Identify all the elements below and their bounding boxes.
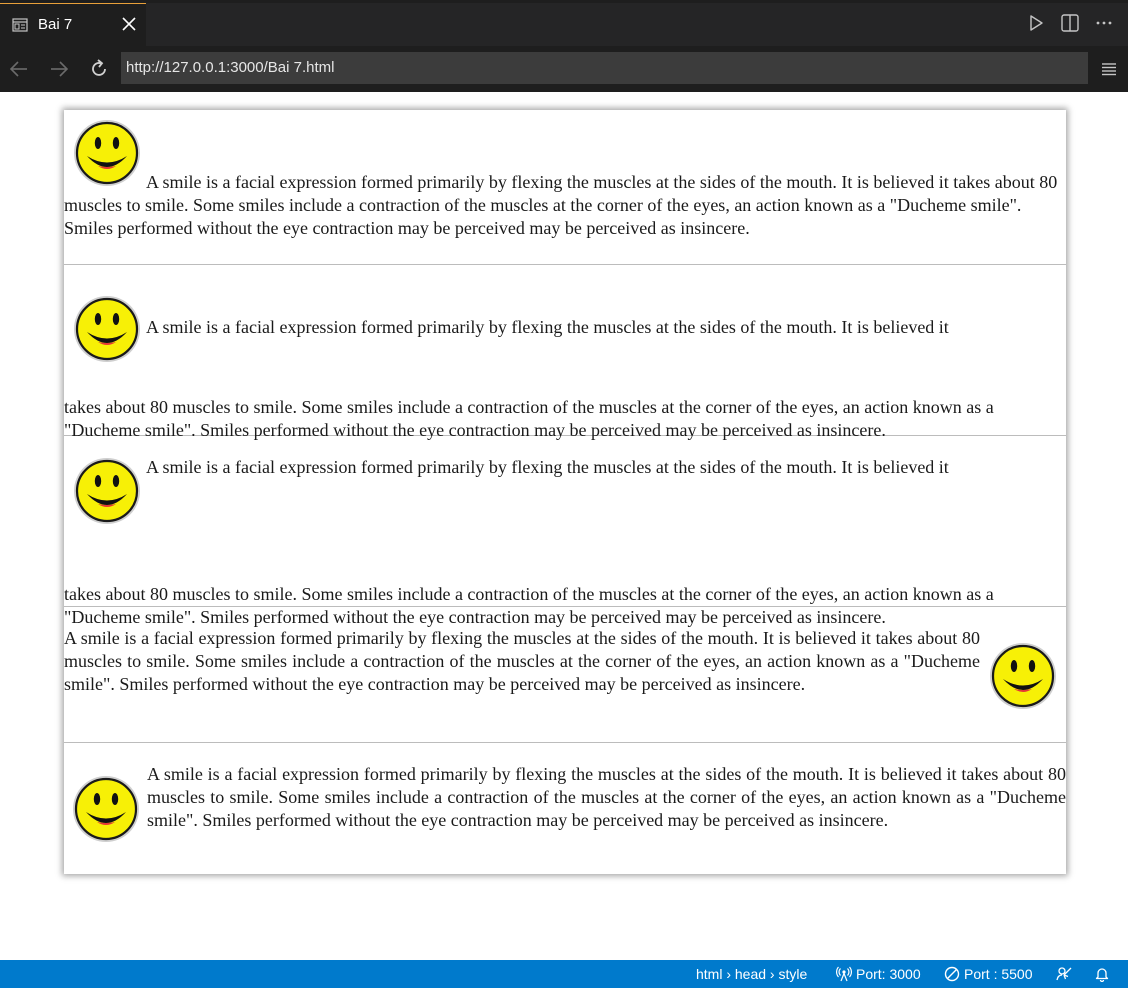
content-section: A smile is a facial expression formed pr… <box>64 436 1066 627</box>
smiley-face-icon <box>74 296 140 362</box>
more-actions-icon[interactable] <box>1094 13 1114 33</box>
section-paragraph: A smile is a facial expression formed pr… <box>147 764 1066 830</box>
content-section: A smile is a facial expression formed pr… <box>64 110 1066 265</box>
split-editor-icon[interactable] <box>1060 13 1080 33</box>
paragraph-text: A smile is a facial expression formed pr… <box>64 172 1058 238</box>
feedback-icon[interactable] <box>1056 966 1072 982</box>
editor-actions <box>1026 12 1114 34</box>
blocked-circle-icon <box>944 966 960 982</box>
status-bar: html › head › style Port: 3000 Port : 55… <box>0 960 1128 988</box>
url-input[interactable] <box>121 52 1088 84</box>
content-section: A smile is a facial expression formed pr… <box>64 607 1066 743</box>
content-section: A smile is a facial expression formed pr… <box>64 743 1066 874</box>
section-paragraph: A smile is a facial expression formed pr… <box>64 628 980 694</box>
close-icon[interactable] <box>118 13 140 35</box>
bell-icon[interactable] <box>1094 966 1110 982</box>
menu-icon[interactable] <box>1099 59 1119 79</box>
breadcrumb[interactable]: html › head › style <box>696 960 807 988</box>
tab-bar: Bai 7 <box>0 0 1128 46</box>
paragraph-text: A smile is a facial expression formed pr… <box>146 317 949 338</box>
content-box: A smile is a facial expression formed pr… <box>64 110 1066 874</box>
port-other-text: Port : 5500 <box>964 966 1033 982</box>
arrow-left-icon[interactable] <box>8 58 30 80</box>
live-server-port-item[interactable]: Port: 3000 <box>836 960 921 988</box>
breadcrumb-text: html › head › style <box>696 966 808 982</box>
page-viewport: A smile is a facial expression formed pr… <box>0 92 1128 960</box>
port-live-text: Port: 3000 <box>856 966 921 982</box>
section-paragraph-line1: A smile is a facial expression formed pr… <box>64 294 1066 364</box>
play-icon[interactable] <box>1026 13 1046 33</box>
content-section: A smile is a facial expression formed pr… <box>64 265 1066 440</box>
smiley-face-icon <box>73 776 139 842</box>
arrow-right-icon[interactable] <box>48 58 70 80</box>
smiley-face-icon <box>990 643 1056 709</box>
browser-address-bar <box>0 46 1128 92</box>
tab-bar-top-border <box>0 0 1128 3</box>
smiley-face-icon <box>74 120 140 186</box>
editor-tab-bai7[interactable]: Bai 7 <box>0 3 146 46</box>
smiley-face-icon <box>74 458 140 524</box>
broadcast-icon <box>836 966 852 982</box>
section-paragraph: A smile is a facial expression formed pr… <box>64 118 1066 240</box>
preview-icon <box>12 18 28 32</box>
port-blocked-item[interactable]: Port : 5500 <box>944 960 1033 988</box>
paragraph-text: A smile is a facial expression formed pr… <box>146 457 949 477</box>
section-paragraph-line1: A smile is a facial expression formed pr… <box>64 456 1066 526</box>
reload-icon[interactable] <box>88 58 110 80</box>
tab-title: Bai 7 <box>38 16 73 33</box>
